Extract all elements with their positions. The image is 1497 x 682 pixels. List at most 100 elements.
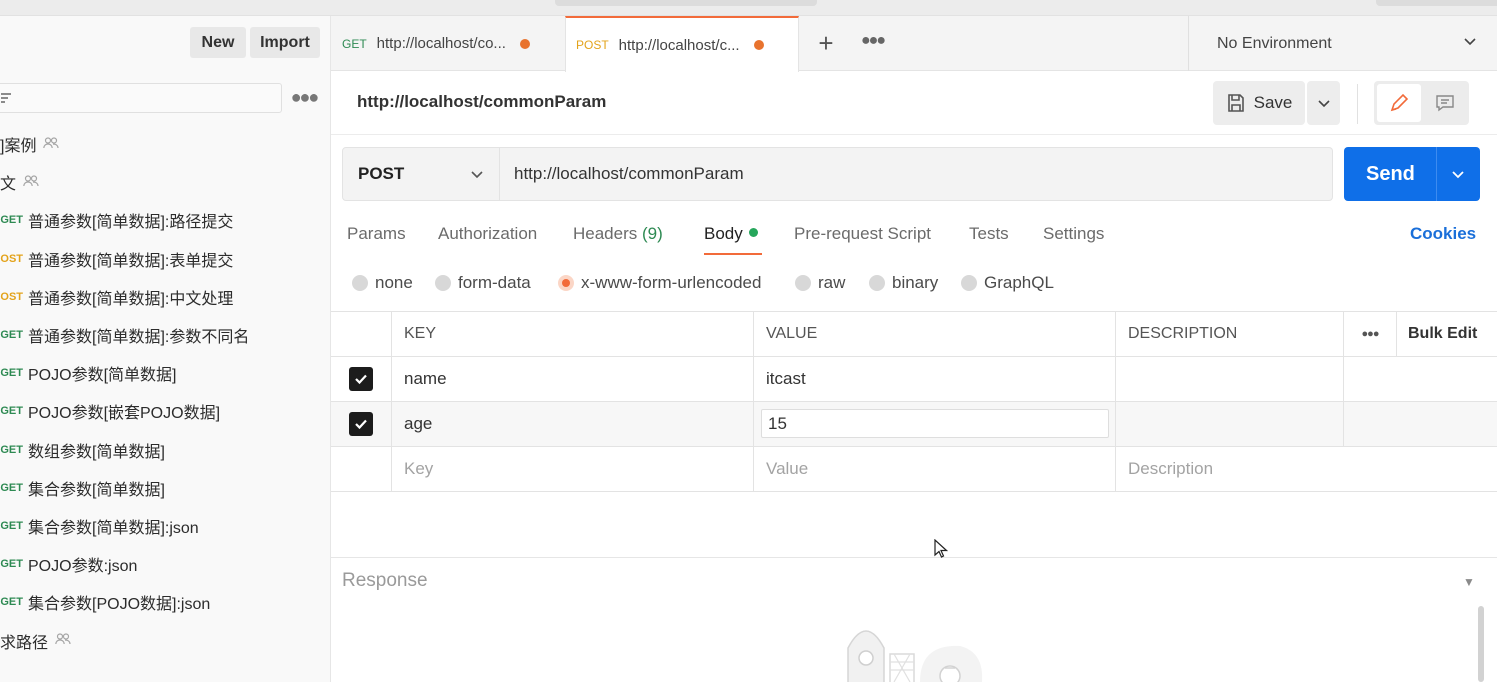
comment-icon [1436, 95, 1454, 112]
request-method-label: POST [0, 290, 23, 303]
header-divider [1357, 84, 1358, 124]
request-label: POJO参数[嵌套POJO数据] [28, 405, 221, 423]
request-method-label: GET [0, 214, 23, 227]
sidebar-folder[interactable]: 求路径 [0, 621, 331, 659]
new-button[interactable]: New [190, 27, 246, 58]
environment-select[interactable]: No Environment [1188, 16, 1497, 71]
request-method-label: GET [0, 329, 23, 342]
chevron-down-icon[interactable] [1450, 166, 1466, 182]
body-type-none[interactable]: none [352, 273, 413, 293]
row-checkbox[interactable] [331, 402, 392, 446]
active-tab-underline [704, 253, 762, 255]
response-collapse-icon[interactable]: ▼ [1463, 575, 1475, 589]
tab-get-localhost[interactable]: GET http://localhost/co... [331, 16, 566, 71]
row-value-input[interactable]: 15 [761, 409, 1109, 438]
save-button[interactable]: Save [1213, 81, 1305, 125]
sidebar-request-item[interactable]: GET 数组参数[简单数据] [0, 431, 331, 469]
save-icon [1227, 94, 1244, 112]
row-description[interactable] [1116, 402, 1344, 446]
radio-icon [795, 275, 811, 291]
sidebar-request-item[interactable]: POST 普通参数[简单数据]:中文处理 [0, 278, 331, 316]
row-key[interactable]: age [392, 402, 754, 446]
request-label: 普通参数[简单数据]:表单提交 [28, 252, 234, 270]
tab-headers[interactable]: Headers (9) [573, 224, 663, 244]
tab-tests[interactable]: Tests [969, 224, 1009, 244]
body-type-form-data[interactable]: form-data [435, 273, 531, 293]
save-options-button[interactable] [1307, 81, 1340, 125]
row-value[interactable]: itcast [754, 357, 1116, 401]
body-type-graphql[interactable]: GraphQL [961, 273, 1054, 293]
edit-mode-button[interactable] [1377, 84, 1421, 122]
url-input[interactable]: http://localhost/commonParam [500, 147, 1333, 201]
radio-icon [961, 275, 977, 291]
send-label: Send [1366, 162, 1415, 185]
table-more-icon[interactable]: ●●● [1344, 312, 1397, 356]
top-strip-handle-right [1376, 0, 1497, 6]
body-type-urlencoded[interactable]: x-www-form-urlencoded [558, 273, 761, 293]
environment-label: No Environment [1217, 34, 1332, 52]
sidebar-request-item[interactable]: GET 集合参数[POJO数据]:json [0, 583, 331, 621]
request-method-label: GET [0, 519, 23, 532]
mouse-cursor-icon [934, 539, 948, 558]
tab-body-label: Body [704, 224, 743, 243]
tab-method-label: POST [576, 38, 609, 52]
new-tab-plus-icon[interactable]: + [813, 29, 839, 57]
tab-title: http://localhost/co... [376, 35, 506, 52]
new-key-input[interactable]: Key [392, 447, 754, 491]
request-method-label: POST [0, 252, 23, 265]
new-value-input[interactable]: Value [754, 447, 1116, 491]
request-title: http://localhost/commonParam [357, 92, 607, 111]
sidebar-request-item[interactable]: GET 集合参数[简单数据]:json [0, 507, 331, 545]
folder-label: ]案例 [0, 138, 37, 156]
tab-authorization[interactable]: Authorization [438, 224, 537, 244]
request-label: POJO参数[简单数据] [28, 367, 177, 385]
chevron-down-icon [1464, 38, 1476, 46]
documentation-mode-button[interactable] [1424, 84, 1466, 122]
body-type-binary[interactable]: binary [869, 273, 938, 293]
sidebar-folder[interactable]: ]案例 [0, 125, 331, 163]
method-select[interactable]: POST [342, 147, 500, 201]
tab-body[interactable]: Body [704, 224, 758, 244]
row-checkbox[interactable] [331, 357, 392, 401]
tab-more-icon[interactable]: ●●● [861, 32, 886, 50]
sidebar-folder[interactable]: 文 [0, 163, 331, 201]
tab-prerequest-script[interactable]: Pre-request Script [794, 224, 931, 244]
tab-post-localhost[interactable]: POST http://localhost/c... [565, 16, 799, 72]
row-spacer [1344, 357, 1497, 401]
sidebar-more-icon[interactable]: ●●● [290, 86, 320, 108]
unsaved-dot-icon [753, 40, 764, 50]
cookies-link[interactable]: Cookies [1410, 224, 1476, 244]
tab-settings[interactable]: Settings [1043, 224, 1104, 244]
bulk-edit-button[interactable]: Bulk Edit [1397, 312, 1497, 356]
sidebar-request-item[interactable]: GET POJO参数:json [0, 545, 331, 583]
tab-title: http://localhost/c... [618, 36, 740, 54]
tab-params[interactable]: Params [347, 224, 406, 244]
body-type-raw[interactable]: raw [795, 273, 845, 293]
collection-filter-input[interactable] [0, 83, 282, 113]
send-split-divider [1436, 147, 1437, 201]
save-label: Save [1253, 93, 1293, 112]
response-divider[interactable] [331, 557, 1497, 558]
shared-users-icon [43, 136, 60, 152]
sidebar-request-item[interactable]: GET 普通参数[简单数据]:路径提交 [0, 201, 331, 239]
params-table: KEY VALUE DESCRIPTION ●●● Bulk Edit name… [331, 311, 1497, 492]
sidebar-request-item[interactable]: GET POJO参数[嵌套POJO数据] [0, 392, 331, 430]
sidebar-request-item[interactable]: GET 普通参数[简单数据]:参数不同名 [0, 316, 331, 354]
new-description-input[interactable]: Description [1116, 447, 1497, 491]
row-key[interactable]: name [392, 357, 754, 401]
tab-method-label: GET [342, 36, 367, 51]
body-type-label: raw [818, 273, 846, 292]
response-scrollbar[interactable] [1478, 606, 1484, 682]
request-label: 集合参数[简单数据] [28, 481, 165, 499]
folder-label: 求路径 [0, 634, 49, 652]
body-type-label: GraphQL [984, 273, 1054, 292]
sidebar-request-item[interactable]: GET 集合参数[简单数据] [0, 469, 331, 507]
sidebar-request-item[interactable]: POST 普通参数[简单数据]:表单提交 [0, 240, 331, 278]
request-method-label: GET [0, 405, 23, 418]
row-description[interactable] [1116, 357, 1344, 401]
pencil-icon [1390, 93, 1409, 112]
send-button[interactable]: Send [1344, 147, 1480, 201]
import-button[interactable]: Import [250, 27, 320, 58]
sidebar-request-item[interactable]: GET POJO参数[简单数据] [0, 354, 331, 392]
request-label: 集合参数[简单数据]:json [28, 519, 199, 537]
